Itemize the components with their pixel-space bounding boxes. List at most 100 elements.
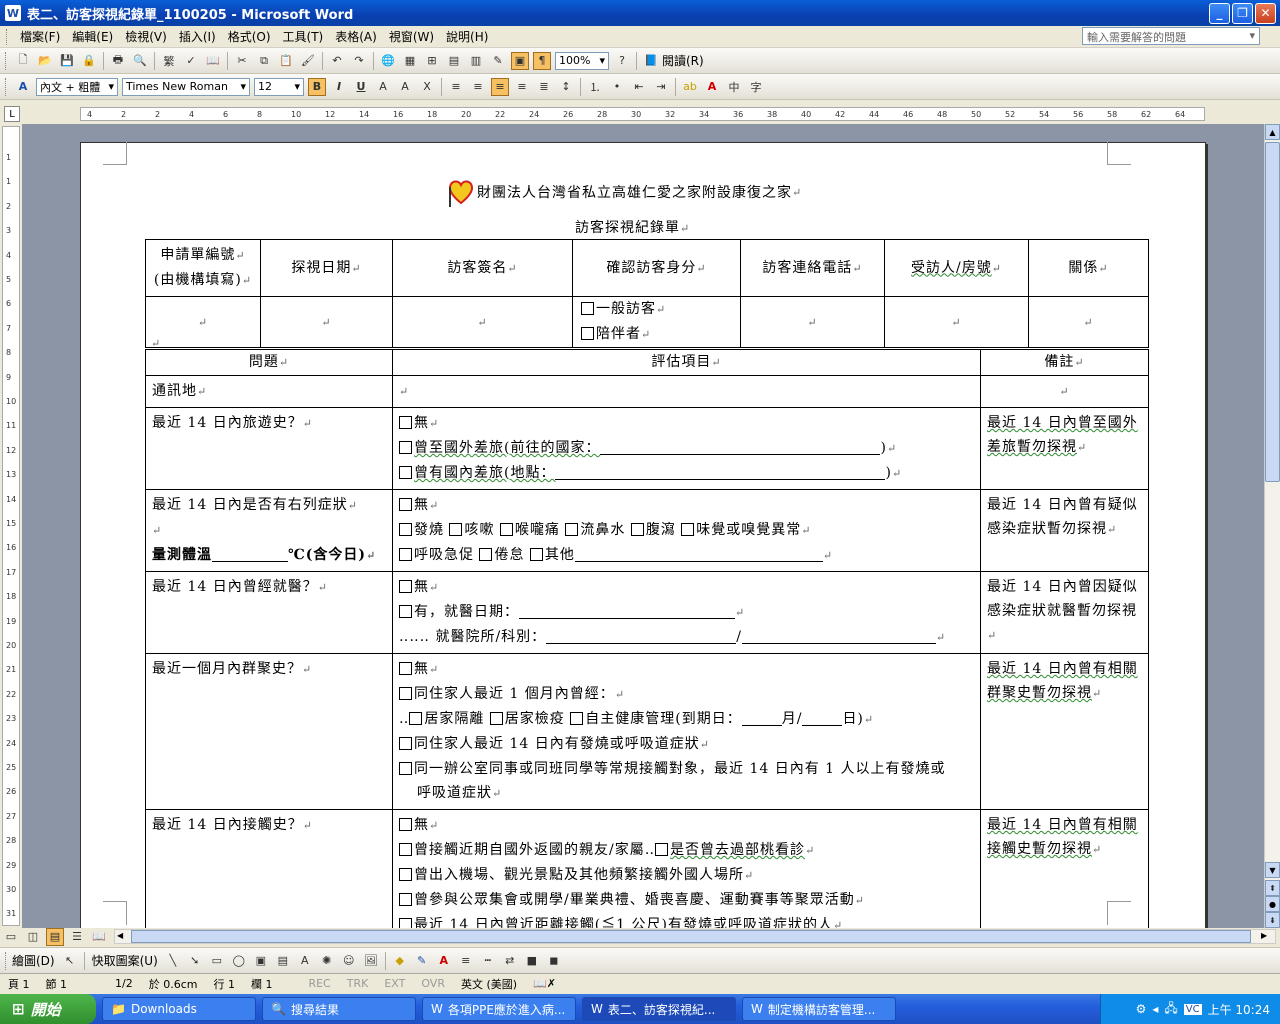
blank-line[interactable]	[802, 710, 843, 726]
checkbox[interactable]	[399, 762, 412, 775]
show-hide-icon[interactable]: ¶	[533, 51, 551, 70]
underline-icon[interactable]: U	[352, 78, 370, 96]
help-icon[interactable]: ?	[613, 52, 631, 70]
status-trk[interactable]: TRK	[339, 977, 377, 990]
temp-blank[interactable]	[212, 546, 288, 562]
justify-icon[interactable]: ≡	[447, 78, 465, 96]
redo-icon[interactable]: ↷	[350, 52, 368, 70]
menu-grip[interactable]	[6, 28, 10, 45]
fill-color-icon[interactable]: ◆	[391, 952, 409, 970]
status-ext[interactable]: EXT	[376, 977, 413, 990]
vertical-textbox-icon[interactable]: ▤	[274, 952, 292, 970]
checkbox[interactable]	[399, 918, 412, 928]
scroll-right-icon[interactable]: ▶	[1261, 931, 1273, 942]
checkbox[interactable]	[479, 548, 493, 561]
select-objects-icon[interactable]: ↖	[61, 952, 79, 970]
cut-icon[interactable]: ✂	[233, 52, 251, 70]
menu-view[interactable]: 檢視(V)	[119, 28, 173, 45]
format-painter-icon[interactable]: 🖌	[299, 52, 317, 70]
document-canvas[interactable]: 財團法人台灣省私立高雄仁愛之家附設康復之家 ↵ 訪客探視紀錄單↵ 申請單編號↵ (由…	[22, 124, 1264, 928]
italic-icon[interactable]: I	[330, 78, 348, 96]
line-color-icon[interactable]: ✎	[413, 952, 431, 970]
shadow-icon[interactable]: ■	[523, 952, 541, 970]
insert-excel-icon[interactable]: ▤	[445, 52, 463, 70]
menu-tools[interactable]: 工具(T)	[277, 28, 330, 45]
start-button[interactable]: ⊞ 開始	[0, 994, 96, 1024]
save-icon[interactable]: 💾	[58, 52, 76, 70]
research-icon[interactable]: 繁	[160, 52, 178, 70]
task-ppe-doc[interactable]: W 各項PPE應於進入病...	[422, 997, 576, 1021]
font-color-icon[interactable]: A	[703, 78, 721, 96]
task-visitor-mgmt[interactable]: W 制定機構訪客管理...	[742, 997, 896, 1021]
autoshapes-button[interactable]: 快取圖案(U)	[92, 952, 158, 969]
checkbox[interactable]	[489, 712, 503, 725]
hscroll-thumb[interactable]	[131, 930, 1251, 943]
task-search-results[interactable]: 🔍 搜尋結果	[262, 997, 416, 1021]
next-page-icon[interactable]: ⇟	[1265, 912, 1280, 928]
checkbox[interactable]	[655, 843, 669, 856]
checkbox[interactable]	[399, 523, 412, 536]
checkbox[interactable]	[499, 523, 513, 536]
numbering-icon[interactable]: ⒈	[586, 78, 604, 96]
word-app-icon[interactable]: W	[5, 5, 21, 21]
toolbar-grip[interactable]	[5, 951, 8, 970]
chevron-down-icon[interactable]: ▾	[1249, 29, 1255, 43]
network-icon[interactable]: 🖧	[1164, 999, 1177, 1020]
blank-line[interactable]	[741, 628, 936, 644]
task-visitor-form[interactable]: W 表二、訪客探視紀...	[582, 997, 736, 1021]
arrow-icon[interactable]: ➘	[186, 952, 204, 970]
new-doc-icon[interactable]: 🗋	[14, 52, 32, 70]
document-page[interactable]: 財團法人台灣省私立高雄仁愛之家附設康復之家 ↵ 訪客探視紀錄單↵ 申請單編號↵ (由…	[80, 141, 1206, 928]
checkbox[interactable]	[399, 498, 412, 511]
menu-format[interactable]: 格式(O)	[222, 28, 277, 45]
checkbox[interactable]	[529, 548, 543, 561]
status-rec[interactable]: REC	[300, 977, 338, 990]
checkbox[interactable]	[399, 466, 412, 479]
vertical-ruler[interactable]: 1 1 2 3 4 5 6 7 8 9 10 11 12 13 14 15 16 17 18 19 20 21 22 23 24…	[2, 126, 20, 926]
line-style-icon[interactable]: ≡	[457, 952, 475, 970]
ime-icon[interactable]: VC	[1183, 1003, 1202, 1015]
diagram-icon[interactable]: ✺	[318, 952, 336, 970]
picture-icon[interactable]: 🖼	[362, 952, 380, 970]
scroll-down-icon[interactable]: ▼	[1265, 862, 1280, 878]
horizontal-scrollbar[interactable]: ◀ ▶	[114, 929, 1276, 944]
char-scale-icon[interactable]: X	[418, 78, 436, 96]
checkbox[interactable]	[409, 712, 423, 725]
rectangle-icon[interactable]: ▭	[208, 952, 226, 970]
align-right-icon[interactable]: ≡	[513, 78, 531, 96]
blank-line[interactable]	[555, 464, 886, 480]
print-icon[interactable]: 🖶	[109, 52, 127, 70]
distribute-icon[interactable]: ≣	[535, 78, 553, 96]
checkbox[interactable]	[399, 737, 412, 750]
oval-icon[interactable]: ◯	[230, 952, 248, 970]
menu-file[interactable]: 檔案(F)	[14, 28, 66, 45]
align-left-icon[interactable]: ≡	[469, 78, 487, 96]
table-cell[interactable]: ↵	[260, 296, 393, 348]
open-icon[interactable]: 📂	[36, 52, 54, 70]
checkbox[interactable]	[399, 687, 412, 700]
toolbar-grip[interactable]	[5, 77, 8, 96]
decrease-indent-icon[interactable]: ⇤	[630, 78, 648, 96]
blank-line[interactable]	[741, 710, 782, 726]
checkbox[interactable]	[630, 523, 644, 536]
minimize-button[interactable]: _	[1209, 2, 1230, 24]
table-cell[interactable]: 一般訪客↵ 陪伴者↵	[572, 296, 741, 348]
research-book-icon[interactable]: 📖	[204, 52, 222, 70]
checkbox[interactable]	[570, 712, 584, 725]
outline-view-icon[interactable]: ☰	[68, 928, 86, 946]
read-icon[interactable]: 📘	[642, 52, 660, 70]
bullets-icon[interactable]: •	[608, 78, 626, 96]
clock[interactable]: 上午 10:24	[1208, 1001, 1270, 1018]
checkbox[interactable]	[399, 548, 412, 561]
style-select[interactable]: 內文 + 粗體 ▾	[36, 77, 118, 96]
align-center-icon[interactable]: ≡	[491, 77, 509, 96]
prev-page-icon[interactable]: ⇞	[1265, 880, 1280, 896]
char-border-icon[interactable]: A	[374, 78, 392, 96]
menu-table[interactable]: 表格(A)	[329, 28, 383, 45]
tab-selector-icon[interactable]: L	[4, 106, 20, 122]
wordart-icon[interactable]: A	[296, 952, 314, 970]
zoom-select[interactable]: 100% ▾	[555, 51, 609, 70]
highlight-icon[interactable]: ab	[681, 78, 699, 96]
checkbox[interactable]	[399, 580, 412, 593]
tray-arrow-icon[interactable]: ◂	[1152, 1002, 1158, 1016]
